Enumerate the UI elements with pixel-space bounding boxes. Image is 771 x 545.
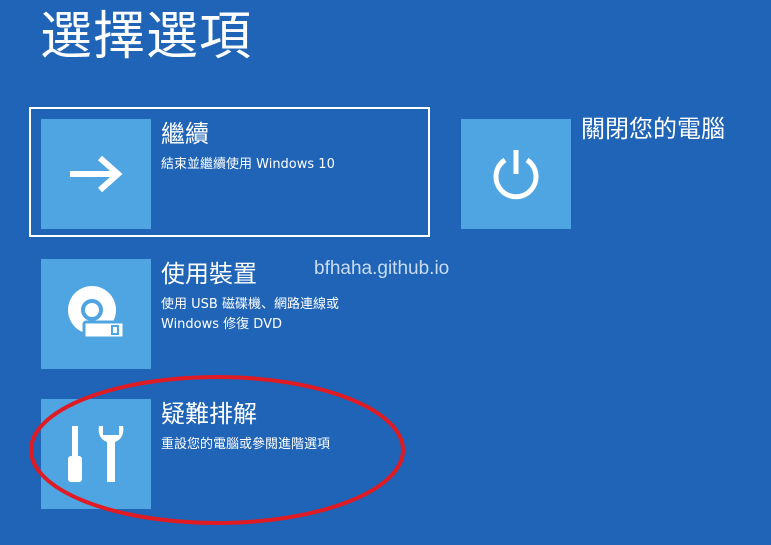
watermark: bfhaha.github.io bbox=[314, 258, 450, 279]
shutdown-tile bbox=[461, 119, 571, 229]
continue-description: 結束並繼續使用 Windows 10 bbox=[161, 157, 335, 172]
use-device-tile bbox=[41, 259, 151, 369]
troubleshoot-description: 重設您的電腦或參閱進階選項 bbox=[161, 437, 331, 452]
use-device-description: 使用 USB 磁碟機、網路連線或 Windows 修復 DVD bbox=[161, 297, 339, 332]
continue-tile bbox=[41, 119, 151, 229]
shutdown-title: 關閉您的電腦 bbox=[581, 115, 725, 143]
tools-icon bbox=[68, 426, 124, 482]
page-title: 選擇選項 bbox=[40, 7, 253, 67]
troubleshoot-option[interactable]: 疑難排解 重設您的電腦或參閱進階選項 bbox=[41, 399, 421, 509]
continue-option[interactable]: 繼續 結束並繼續使用 Windows 10 bbox=[41, 119, 421, 229]
shutdown-option[interactable]: 關閉您的電腦 bbox=[461, 115, 761, 229]
power-icon bbox=[493, 150, 539, 200]
use-device-title: 使用裝置 bbox=[161, 260, 257, 288]
troubleshoot-title: 疑難排解 bbox=[161, 400, 257, 428]
troubleshoot-tile bbox=[41, 399, 151, 509]
arrow-right-icon bbox=[70, 155, 123, 193]
continue-title: 繼續 bbox=[161, 120, 209, 148]
disc-drive-icon bbox=[68, 286, 126, 340]
